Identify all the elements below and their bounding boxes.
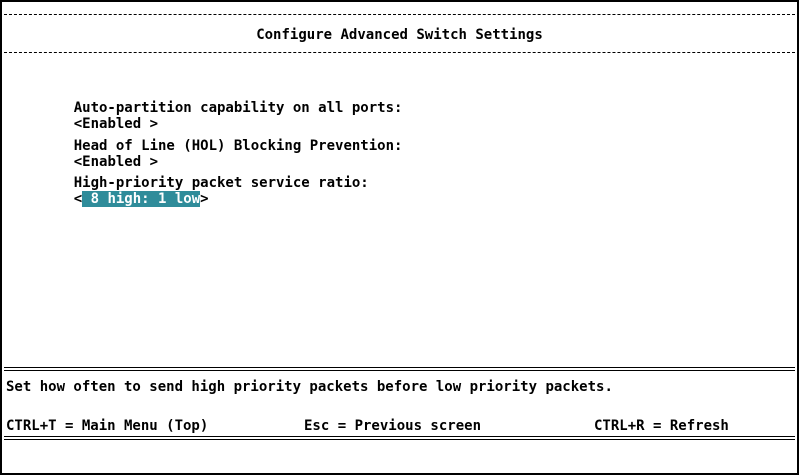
- previous-screen-hint[interactable]: Esc = Previous screen: [304, 418, 481, 434]
- help-text: Set how often to send high priority pack…: [6, 379, 613, 395]
- priority-ratio-select[interactable]: 8 high: 1 low: [82, 191, 201, 207]
- open-bracket: <: [73, 191, 83, 207]
- footer-double-divider: [4, 436, 795, 440]
- page-title: Configure Advanced Switch Settings: [256, 27, 543, 43]
- setting-label-hol-blocking: Head of Line (HOL) Blocking Prevention:: [73, 138, 403, 154]
- footer-key-hints: CTRL+T = Main Menu (Top) Esc = Previous …: [6, 418, 793, 434]
- close-bracket: >: [200, 191, 209, 207]
- setting-row-priority-ratio: High-priority packet service ratio: < 8 …: [40, 159, 369, 223]
- terminal-window: Configure Advanced Switch Settings Auto-…: [0, 0, 799, 475]
- title-dashed-divider: [4, 52, 795, 53]
- setting-label-auto-partition: Auto-partition capability on all ports:: [73, 100, 403, 116]
- help-double-divider: [4, 367, 795, 371]
- setting-label-priority-ratio: High-priority packet service ratio:: [73, 175, 369, 191]
- top-dashed-divider: [4, 14, 795, 15]
- refresh-hint[interactable]: CTRL+R = Refresh: [594, 418, 729, 434]
- main-menu-hint[interactable]: CTRL+T = Main Menu (Top): [6, 418, 208, 434]
